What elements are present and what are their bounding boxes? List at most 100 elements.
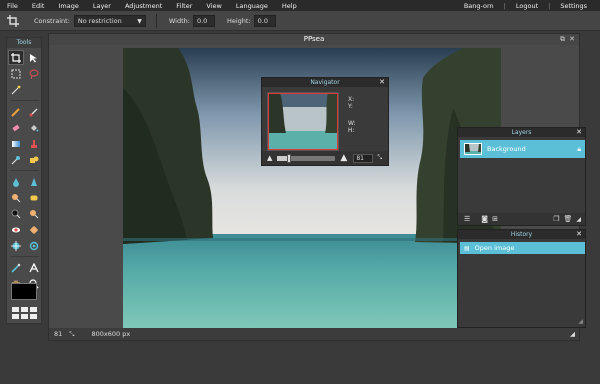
width-label: Width: [168, 16, 190, 25]
tools-panel: Tools [6, 37, 42, 324]
move-tool-icon[interactable] [26, 50, 42, 65]
delete-layer-icon[interactable]: 🗑︎ [563, 215, 572, 223]
spot-heal-icon[interactable] [26, 222, 42, 237]
smudge-tool-icon[interactable] [8, 190, 24, 205]
divider [11, 100, 39, 101]
crop-tool-icon[interactable] [8, 50, 24, 65]
color-picker-icon[interactable] [8, 260, 24, 275]
navigator-zoom-bar: ▲ ▲ 81 ⤡ [262, 151, 388, 165]
pencil-tool-icon[interactable] [8, 104, 24, 119]
bloat-tool-icon[interactable] [8, 238, 24, 253]
gradient-tool-icon[interactable] [8, 136, 24, 151]
eraser-tool-icon[interactable] [8, 120, 24, 135]
settings-link[interactable]: Settings [553, 2, 594, 10]
y-label: Y: [348, 103, 353, 110]
menu-image[interactable]: Image [51, 2, 85, 10]
history-title-bar: History ✕ [458, 230, 585, 239]
crop-tool-icon [4, 14, 22, 28]
dodge-tool-icon[interactable] [8, 206, 24, 221]
type-tool-icon[interactable] [26, 260, 42, 275]
divider [11, 256, 39, 257]
lasso-tool-icon[interactable] [26, 66, 42, 81]
add-layer-icon[interactable]: ⊞ [492, 215, 498, 223]
paint-bucket-icon[interactable] [26, 120, 42, 135]
burn-tool-icon[interactable] [26, 206, 42, 221]
empty-slot [26, 82, 42, 97]
width-field[interactable]: 0.0 [192, 14, 215, 27]
navigator-panel: Navigator ✕ X: Y: W: H: ▲ ▲ 81 ⤡ [261, 77, 389, 166]
menu-language[interactable]: Language [229, 2, 275, 10]
menu-bar: File Edit Image Layer Adjustment Filter … [0, 0, 600, 11]
menu-layer[interactable]: Layer [86, 2, 118, 10]
document-status-bar: 81 ⤡ 800x600 px ◢ [49, 328, 579, 340]
divider [155, 13, 157, 28]
open-image-icon: ▤ [464, 244, 470, 252]
history-title: History [510, 231, 533, 238]
menu-view[interactable]: View [199, 2, 228, 10]
add-mask-icon[interactable]: ◙ [481, 215, 488, 223]
primary-color-swatch[interactable] [11, 283, 37, 300]
zoom-field[interactable]: 81 [353, 153, 374, 163]
zoom-slider[interactable] [277, 153, 336, 163]
navigator-title: Navigator [310, 79, 340, 86]
menu-file[interactable]: File [0, 2, 25, 10]
fit-icon[interactable]: ⤡ [377, 154, 382, 162]
magic-wand-icon[interactable] [8, 82, 24, 97]
constraint-value: No restriction [77, 16, 122, 25]
layers-title-bar: Layers ✕ [458, 128, 585, 137]
brush-tool-icon[interactable] [26, 104, 42, 119]
layer-row[interactable]: Background 🔒︎ [460, 140, 585, 158]
sharpen-tool-icon[interactable] [26, 174, 42, 189]
corner-grip-icon[interactable]: ◢ [570, 330, 575, 338]
zoom-readout[interactable]: 81 [54, 330, 62, 338]
layers-toolbar: ☰ ◙ ⊞ ❐ 🗑︎ ◢ [458, 213, 585, 225]
corner-grip-icon[interactable]: ◢ [576, 216, 581, 223]
viewport-indicator[interactable] [268, 93, 338, 150]
menu-adjustment[interactable]: Adjustment [118, 2, 169, 10]
close-icon[interactable]: ✕ [569, 34, 575, 45]
logout-link[interactable]: Logout [509, 2, 545, 10]
close-icon[interactable]: ✕ [576, 128, 582, 137]
layer-settings-icon[interactable]: ☰ [464, 215, 470, 223]
maximize-icon[interactable]: ⧉ [560, 34, 565, 45]
x-label: X: [348, 96, 355, 103]
options-bar: Constraint: No restriction ▼ Width: 0.0 … [0, 11, 600, 31]
color-replace-icon[interactable] [8, 152, 24, 167]
separator: | [548, 1, 551, 10]
lock-icon[interactable]: 🔒︎ [577, 145, 581, 154]
image-size: 800x600 px [91, 330, 131, 338]
separator: | [503, 1, 506, 10]
layer-thumbnail [464, 143, 482, 155]
duplicate-layer-icon[interactable]: ❐ [553, 215, 559, 223]
layer-name: Background [487, 145, 526, 153]
corner-grip-icon[interactable]: ◢ [578, 318, 583, 325]
menu-filter[interactable]: Filter [169, 2, 199, 10]
tools-title: Tools [7, 38, 41, 48]
shape-tool-icon[interactable] [26, 152, 42, 167]
zoom-out-icon[interactable]: ▲ [267, 154, 272, 162]
sponge-tool-icon[interactable] [26, 190, 42, 205]
menu-help[interactable]: Help [275, 2, 304, 10]
zoom-slider-knob[interactable] [286, 153, 291, 163]
menu-edit[interactable]: Edit [25, 2, 52, 10]
height-field[interactable]: 0.0 [253, 14, 276, 27]
constraint-select[interactable]: No restriction ▼ [73, 14, 146, 27]
user-link[interactable]: Bang-orn [457, 2, 501, 10]
history-panel: History ✕ ▤ Open image ◢ [457, 229, 586, 328]
red-eye-icon[interactable] [8, 222, 24, 237]
document-title-bar: PPsea ⧉ ✕ [49, 34, 579, 45]
grid-icon[interactable] [11, 305, 37, 321]
marquee-tool-icon[interactable] [8, 66, 24, 81]
history-item[interactable]: ▤ Open image [460, 242, 585, 254]
close-icon[interactable]: ✕ [379, 78, 385, 87]
close-icon[interactable]: ✕ [576, 230, 582, 239]
layers-title: Layers [511, 129, 532, 136]
w-label: W: [348, 120, 356, 127]
stamp-tool-icon[interactable] [26, 136, 42, 151]
history-item-label: Open image [474, 244, 515, 252]
pinch-tool-icon[interactable] [26, 238, 42, 253]
zoom-in-icon[interactable]: ▲ [340, 153, 347, 163]
h-label: H: [348, 127, 355, 134]
constraint-label: Constraint: [34, 16, 70, 25]
drop-tool-icon[interactable] [8, 174, 24, 189]
